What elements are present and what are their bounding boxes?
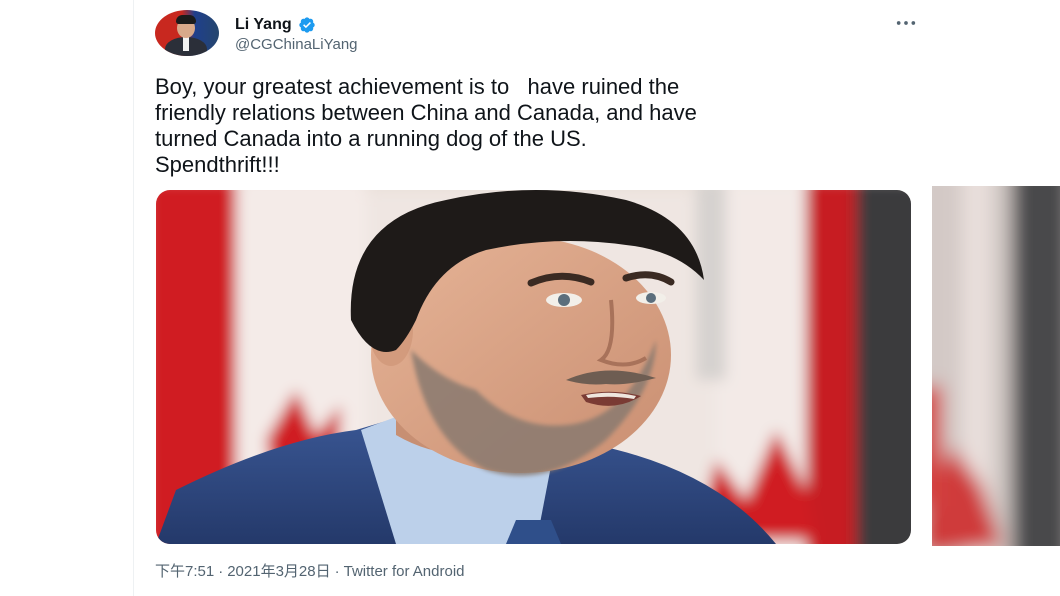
tweet-media-photo[interactable] [156,190,911,544]
name-row: Li Yang [235,14,316,36]
avatar[interactable] [155,10,219,56]
left-iris-shape [558,294,570,306]
photo-illustration [156,190,911,544]
screenshot-stage: Li Yang @CGChinaLiYang Boy, your greates… [0,0,1060,596]
meta-separator: · [218,563,224,580]
background-blurred-photo-strip [932,186,1060,546]
avatar-shirt-shape [183,37,189,51]
tweet-meta: 下午7:51 · 2021年3月28日 · Twitter for Android [155,560,465,581]
tweet-client[interactable]: Twitter for Android [344,563,465,580]
right-iris-shape [646,293,656,303]
display-name[interactable]: Li Yang [235,16,292,34]
more-options-icon[interactable] [893,12,919,34]
tweet-header: Li Yang @CGChinaLiYang [155,10,916,62]
avatar-hair-shape [176,15,196,24]
meta-separator: · [334,563,340,580]
verified-badge-icon [298,16,316,34]
tweet-time[interactable]: 下午7:51 [155,563,214,580]
author-handle[interactable]: @CGChinaLiYang [235,36,358,53]
tweet-text: Boy, your greatest achievement is to hav… [155,74,697,177]
tweet-card: Li Yang @CGChinaLiYang Boy, your greates… [135,0,930,596]
tweet-date[interactable]: 2021年3月28日 [227,563,330,580]
tweet-left-divider [133,0,134,596]
